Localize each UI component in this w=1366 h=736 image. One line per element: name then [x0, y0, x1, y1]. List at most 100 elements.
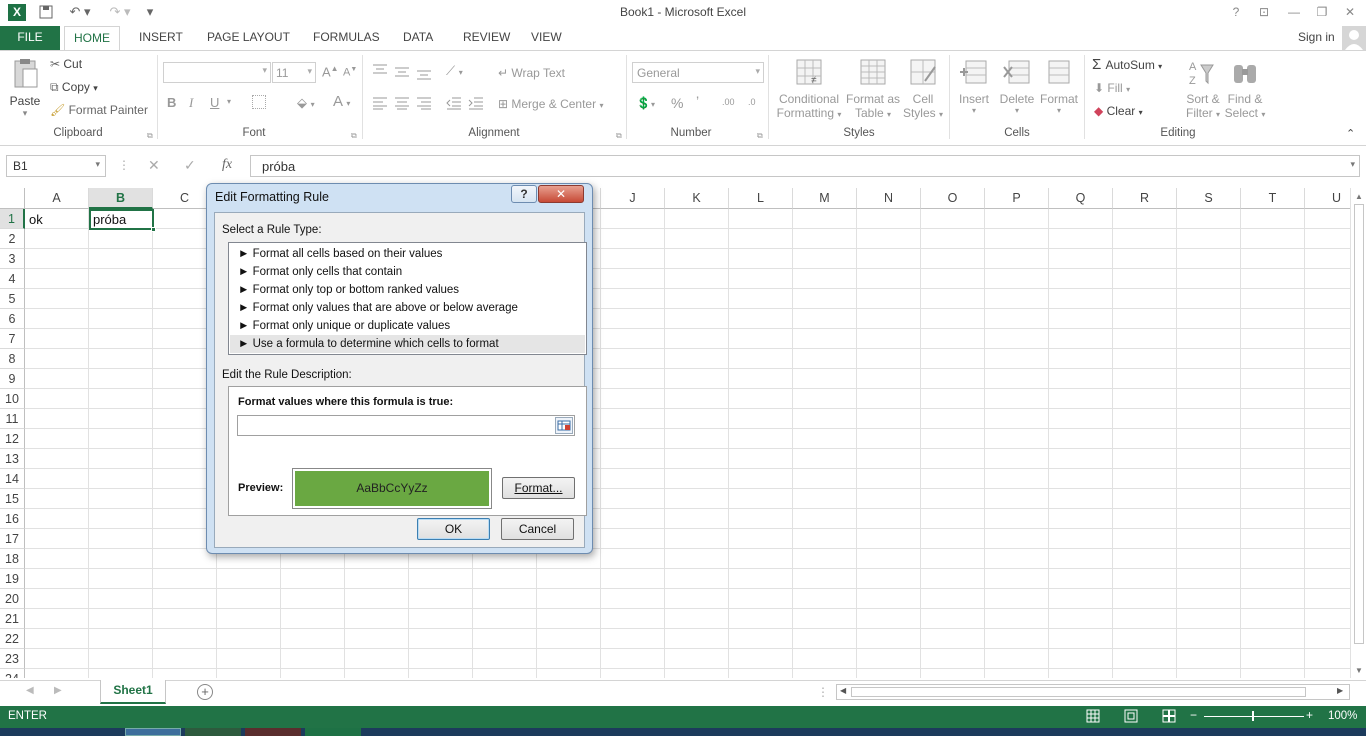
- format-cells-button[interactable]: Format ▾: [1038, 57, 1080, 115]
- taskbar-item[interactable]: [245, 728, 301, 736]
- find-select-button[interactable]: Find & Select ▾: [1224, 57, 1266, 120]
- tab-data[interactable]: DATA: [394, 26, 442, 50]
- decrease-decimal-button[interactable]: .0: [748, 97, 756, 107]
- tab-file[interactable]: FILE: [0, 26, 60, 50]
- close-window-icon[interactable]: ✕: [1336, 2, 1364, 22]
- column-header-k[interactable]: K: [665, 188, 729, 209]
- cell-b1-active[interactable]: próba: [89, 209, 154, 230]
- avatar[interactable]: [1342, 26, 1366, 50]
- rule-type-item[interactable]: ► Format only top or bottom ranked value…: [230, 281, 585, 299]
- format-as-table-button[interactable]: Format as Table ▾: [844, 57, 902, 120]
- minimize-icon[interactable]: —: [1280, 2, 1308, 22]
- restore-icon[interactable]: ❐: [1308, 2, 1336, 22]
- clear-button[interactable]: ◆ Clear ▾: [1094, 104, 1143, 118]
- format-button[interactable]: Format...: [502, 477, 575, 499]
- horizontal-scroll-thumb[interactable]: [851, 687, 1306, 697]
- rule-type-item[interactable]: ► Format only values that are above or b…: [230, 299, 585, 317]
- format-painter-button[interactable]: 🖌 Format Painter: [50, 103, 148, 117]
- paste-button[interactable]: Paste ▾: [8, 57, 42, 119]
- rule-type-item[interactable]: ► Format only cells that contain: [230, 263, 585, 281]
- underline-button[interactable]: U: [210, 95, 219, 110]
- font-name-select[interactable]: ▾: [163, 62, 271, 83]
- confirm-entry-icon[interactable]: ✓: [184, 157, 196, 174]
- scroll-up-icon[interactable]: ▲: [1355, 192, 1363, 201]
- clipboard-launcher-icon[interactable]: ⧉: [147, 131, 153, 141]
- column-header-q[interactable]: Q: [1049, 188, 1113, 209]
- copy-button[interactable]: ⧉ Copy ▾: [50, 80, 98, 95]
- new-sheet-icon[interactable]: +: [197, 684, 213, 700]
- dialog-help-button[interactable]: ?: [511, 185, 537, 203]
- column-header-t[interactable]: T: [1241, 188, 1305, 209]
- alignment-launcher-icon[interactable]: ⧉: [616, 131, 622, 141]
- bold-button[interactable]: B: [167, 95, 176, 110]
- tab-formulas[interactable]: FORMULAS: [304, 26, 389, 50]
- zoom-slider[interactable]: [1204, 716, 1304, 717]
- taskbar-item[interactable]: [305, 728, 361, 736]
- align-right-icon[interactable]: [416, 96, 432, 113]
- zoom-in-icon[interactable]: +: [1306, 708, 1313, 722]
- cell-a1[interactable]: ok: [26, 210, 89, 230]
- formula-input[interactable]: próba ▾: [250, 155, 1360, 177]
- collapse-ribbon-icon[interactable]: ⌃: [1346, 127, 1355, 140]
- tab-view[interactable]: VIEW: [522, 26, 571, 50]
- accounting-format-icon[interactable]: 💲▾: [636, 96, 655, 110]
- row-header-18[interactable]: 18: [0, 549, 25, 569]
- page-break-view-icon[interactable]: [1162, 709, 1176, 726]
- cancel-entry-icon[interactable]: ✕: [148, 157, 160, 174]
- ok-button[interactable]: OK: [417, 518, 490, 540]
- column-header-u[interactable]: U: [1305, 188, 1350, 209]
- worksheet-grid[interactable]: ABCDEFGHIJKLMNOPQRSTU 123456789101112131…: [0, 188, 1350, 678]
- column-header-s[interactable]: S: [1177, 188, 1241, 209]
- fill-button[interactable]: ⬇ Fill ▾: [1094, 81, 1130, 95]
- collapse-dialog-icon[interactable]: [555, 417, 573, 434]
- sheet-tab-sheet1[interactable]: Sheet1: [100, 680, 166, 704]
- ribbon-display-icon[interactable]: ⊡: [1250, 2, 1278, 22]
- underline-dropdown-icon[interactable]: ▾: [227, 97, 231, 106]
- row-header-23[interactable]: 23: [0, 649, 25, 669]
- column-header-m[interactable]: M: [793, 188, 857, 209]
- formula-rule-input[interactable]: [237, 415, 575, 436]
- borders-icon[interactable]: [252, 95, 266, 109]
- fill-color-icon[interactable]: ⬙ ▾: [297, 95, 315, 111]
- prev-sheet-icon[interactable]: ◀: [26, 685, 34, 696]
- row-header-16[interactable]: 16: [0, 509, 25, 529]
- row-header-19[interactable]: 19: [0, 569, 25, 589]
- select-all-corner[interactable]: [0, 188, 25, 209]
- align-left-icon[interactable]: [372, 96, 388, 113]
- row-header-22[interactable]: 22: [0, 629, 25, 649]
- font-size-select[interactable]: 11 ▾: [272, 62, 316, 83]
- row-header-15[interactable]: 15: [0, 489, 25, 509]
- column-header-a[interactable]: A: [25, 188, 89, 209]
- scroll-left-icon[interactable]: ◀: [840, 686, 846, 695]
- row-header-6[interactable]: 6: [0, 309, 25, 329]
- tab-home[interactable]: HOME: [64, 26, 120, 51]
- font-color-icon[interactable]: A ▾: [333, 93, 350, 110]
- zoom-out-icon[interactable]: −: [1190, 708, 1197, 722]
- next-sheet-icon[interactable]: ▶: [54, 685, 62, 696]
- insert-function-icon[interactable]: fx: [222, 157, 232, 173]
- rule-type-item[interactable]: ► Format all cells based on their values: [230, 245, 585, 263]
- fill-handle[interactable]: [151, 227, 156, 232]
- normal-view-icon[interactable]: [1086, 709, 1100, 726]
- top-align-icon[interactable]: [372, 63, 388, 80]
- middle-align-icon[interactable]: [394, 65, 410, 82]
- rule-type-list[interactable]: ► Format all cells based on their values…: [228, 242, 587, 355]
- decrease-indent-icon[interactable]: [446, 96, 462, 113]
- row-header-12[interactable]: 12: [0, 429, 25, 449]
- merge-center-button[interactable]: ⊞ Merge & Center ▾: [498, 97, 603, 111]
- row-header-7[interactable]: 7: [0, 329, 25, 349]
- row-header-3[interactable]: 3: [0, 249, 25, 269]
- percent-style-button[interactable]: %: [671, 95, 683, 111]
- taskbar-item[interactable]: [125, 728, 181, 736]
- number-format-select[interactable]: General ▾: [632, 62, 764, 83]
- rule-type-item[interactable]: ► Format only unique or duplicate values: [230, 317, 585, 335]
- delete-cells-button[interactable]: Delete ▾: [998, 57, 1036, 115]
- scroll-right-icon[interactable]: ▶: [1337, 686, 1343, 695]
- cut-button[interactable]: ✂ Cut: [50, 57, 82, 71]
- zoom-level[interactable]: 100%: [1328, 710, 1357, 722]
- help-icon[interactable]: ?: [1222, 2, 1250, 22]
- row-header-24[interactable]: 24: [0, 669, 25, 678]
- align-center-icon[interactable]: [394, 96, 410, 113]
- row-header-1[interactable]: 1: [0, 209, 25, 229]
- insert-cells-button[interactable]: Insert ▾: [956, 57, 992, 115]
